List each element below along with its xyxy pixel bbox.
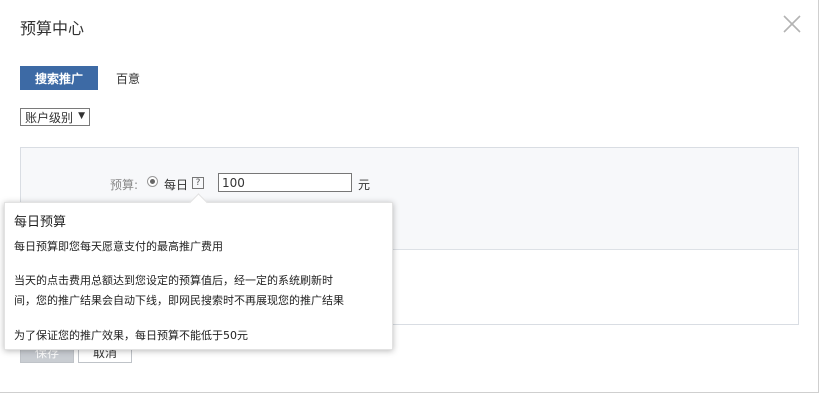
daily-budget-tooltip: 每日预算 每日预算即您每天愿意支付的最高推广费用 当天的点击费用总额达到您设定的… — [4, 193, 393, 350]
budget-center-dialog: 预算中心 搜索推广 百意 账户级别 ▼ 预算: 每日 ? 元 保存 取消 每日预… — [0, 0, 819, 393]
currency-unit: 元 — [358, 178, 371, 192]
dropdown-arrow-icon: ▼ — [78, 111, 85, 121]
close-icon[interactable] — [781, 13, 803, 35]
tooltip-line-4: 为了保证您的推广效果，每日预算不能低于50元 — [14, 329, 248, 342]
product-tabs: 搜索推广 百意 — [20, 66, 142, 90]
tab-search-promotion[interactable]: 搜索推广 — [20, 66, 98, 90]
account-level-value: 账户级别 — [25, 110, 74, 125]
budget-label: 预算: — [110, 178, 139, 192]
budget-amount-input[interactable] — [218, 173, 352, 192]
tooltip-line-3: 间，您的推广结果会自动下线，即网民搜索时不再展现您的推广结果 — [14, 294, 344, 307]
tooltip-line-1: 每日预算即您每天愿意支付的最高推广费用 — [14, 240, 223, 253]
account-level-select[interactable]: 账户级别 ▼ — [20, 108, 90, 126]
dialog-title: 预算中心 — [20, 19, 85, 38]
tab-baiyi[interactable]: 百意 — [114, 70, 142, 87]
tooltip-title: 每日预算 — [14, 215, 67, 230]
daily-budget-label: 每日 — [164, 178, 189, 192]
daily-budget-radio[interactable] — [147, 176, 158, 187]
help-icon[interactable]: ? — [192, 177, 204, 189]
tooltip-line-2: 当天的点击费用总额达到您设定的预算值后，经一定的系统刷新时 — [14, 274, 333, 287]
